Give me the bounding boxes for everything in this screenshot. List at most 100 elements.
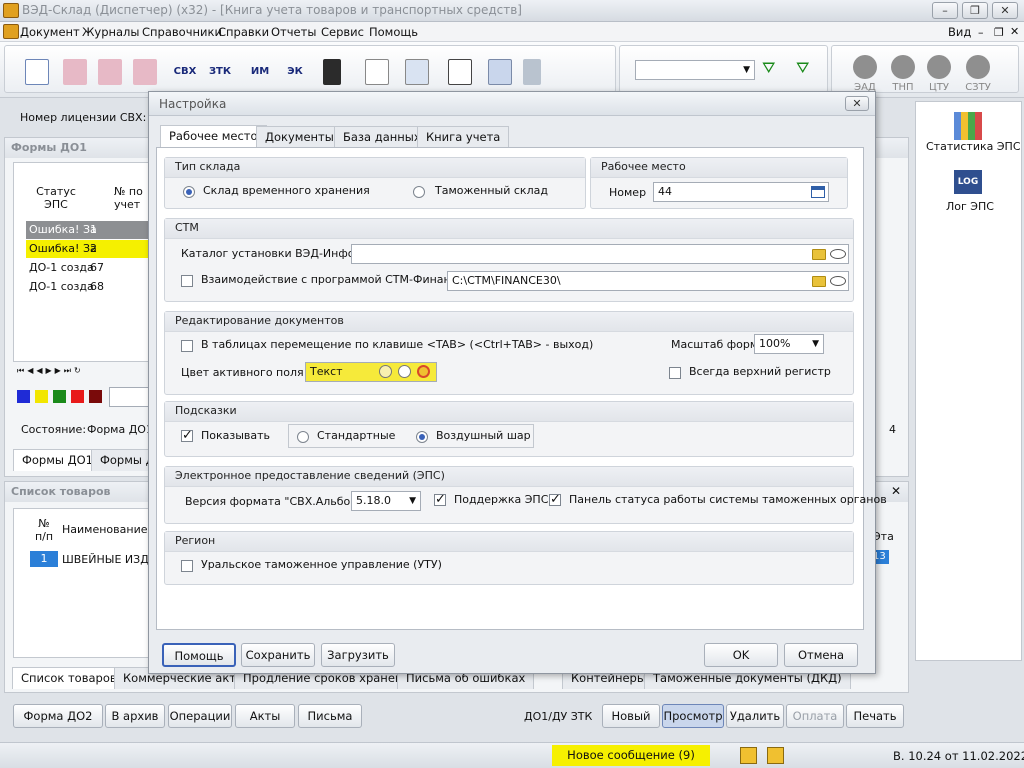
color-swatch-green[interactable] <box>53 390 66 403</box>
book-open-3-icon[interactable] <box>133 59 157 85</box>
ural-checkbox[interactable] <box>181 560 193 572</box>
new-button[interactable]: Новый <box>602 704 660 728</box>
radio-customs-warehouse[interactable] <box>413 186 425 198</box>
radio-hints-standard-label[interactable]: Стандартные <box>317 429 395 442</box>
list-icon[interactable] <box>448 59 472 85</box>
menu-reports[interactable]: Отчеты <box>271 25 316 39</box>
workplace-number-field[interactable]: 44 <box>653 182 829 202</box>
minimize-button[interactable]: – <box>932 2 958 19</box>
payment-button[interactable]: Оплата <box>786 704 844 728</box>
show-hints-label[interactable]: Показывать <box>201 429 270 442</box>
forms-search-field[interactable] <box>109 387 149 407</box>
grid-navigator-icon[interactable]: ⏮◀◀▶▶⏭↻ <box>17 366 84 376</box>
columns-icon[interactable] <box>488 59 512 85</box>
tab-goods-list[interactable]: Список товаров <box>12 667 126 689</box>
menu-info[interactable]: Справки <box>218 25 269 39</box>
interop-view-icon[interactable] <box>830 276 846 286</box>
scale-select[interactable]: 100% ▼ <box>754 334 824 354</box>
tab-nav-checkbox[interactable] <box>181 340 193 352</box>
interop-path-field[interactable]: C:\CTM\FINANCE30\ <box>447 271 849 291</box>
tab-ledger[interactable]: Книга учета <box>417 126 510 148</box>
radio-svh[interactable] <box>183 186 195 198</box>
goods-close-icon[interactable]: ✕ <box>891 484 901 498</box>
eps-support-checkbox[interactable] <box>434 492 446 507</box>
tab-nav-label[interactable]: В таблицах перемещение по клавише <TAB> … <box>201 338 593 351</box>
log-eps-label[interactable]: Лог ЭПС <box>946 200 994 213</box>
tab-database[interactable]: База данных <box>334 126 430 148</box>
delete-button[interactable]: Удалить <box>726 704 784 728</box>
menu-document[interactable]: Документ <box>20 25 80 39</box>
menu-references[interactable]: Справочники <box>142 25 222 39</box>
calendar-icon[interactable] <box>811 186 825 198</box>
mail-icon[interactable] <box>740 747 757 764</box>
radio-hints-balloon-label[interactable]: Воздушный шар <box>436 429 531 442</box>
reset-color-icon[interactable] <box>417 365 430 378</box>
documents-icon[interactable] <box>365 59 389 85</box>
ztk-button[interactable]: ЗТК <box>208 59 232 85</box>
statistics-eps-label[interactable]: Статистика ЭПС <box>926 140 1021 153</box>
new-document-icon[interactable] <box>25 59 49 85</box>
mdi-restore-icon[interactable]: ❐ <box>994 26 1004 39</box>
book-open-2-icon[interactable] <box>98 59 122 85</box>
close-button[interactable]: ✕ <box>992 2 1018 19</box>
tab-documents[interactable]: Документы <box>256 126 343 148</box>
log-icon[interactable]: LOG <box>954 170 982 194</box>
format-version-select[interactable]: 5.18.0 ▼ <box>351 491 421 511</box>
book-open-icon[interactable] <box>63 59 87 85</box>
load-button[interactable]: Загрузить <box>321 643 395 667</box>
catalog-view-icon[interactable] <box>830 249 846 259</box>
menu-service[interactable]: Сервис <box>321 25 364 39</box>
col-name-header[interactable]: Наименование т <box>62 523 157 536</box>
preview-button[interactable]: Просмотр <box>662 704 724 728</box>
table-row[interactable]: Ошибка! За 2 <box>26 240 154 258</box>
cancel-button[interactable]: Отмена <box>784 643 858 667</box>
ok-button[interactable]: OK <box>704 643 778 667</box>
eps-support-label[interactable]: Поддержка ЭПС <box>454 493 548 506</box>
save-button[interactable]: Сохранить <box>241 643 315 667</box>
mdi-minimize-icon[interactable]: – <box>978 26 984 39</box>
interop-checkbox[interactable] <box>181 275 193 287</box>
status-panel-label[interactable]: Панель статуса работы системы таможенных… <box>569 493 887 506</box>
svh-button[interactable]: СВХ <box>173 59 197 85</box>
archive-button[interactable]: В архив <box>105 704 165 728</box>
letters-button[interactable]: Письма <box>298 704 362 728</box>
settings-doc-icon[interactable] <box>405 59 429 85</box>
show-hints-checkbox[interactable] <box>181 428 193 443</box>
filter-select[interactable]: ▼ <box>635 60 755 80</box>
status-panel-checkbox[interactable] <box>549 492 561 507</box>
traffic-light-icon[interactable] <box>323 59 341 85</box>
interop-label[interactable]: Взаимодействие с программой СТМ-Финансы <box>201 273 465 286</box>
tab-workplace[interactable]: Рабочее место <box>160 125 267 148</box>
uppercase-label[interactable]: Всегда верхний регистр <box>689 365 831 378</box>
dialog-close-button[interactable]: ✕ <box>845 96 869 111</box>
uppercase-checkbox[interactable] <box>669 367 681 379</box>
filter-remove-icon[interactable]: ⛛ <box>796 58 809 78</box>
ural-label[interactable]: Уральское таможенное управление (УТУ) <box>201 558 442 571</box>
table-row[interactable]: Ошибка! За 1 <box>26 221 154 239</box>
col-status-header[interactable]: Статус ЭПС <box>26 185 86 211</box>
color-swatch-yellow[interactable] <box>35 390 48 403</box>
menu-journals[interactable]: Журналы <box>82 25 140 39</box>
radio-svh-label[interactable]: Склад временного хранения <box>203 184 370 197</box>
table-row[interactable]: ДО-1 созда 68 <box>26 278 154 296</box>
forms-grid[interactable]: Статус ЭПС № по учет Ошибка! За 1 Ошибка!… <box>13 162 154 362</box>
radio-hints-balloon[interactable] <box>416 431 428 443</box>
table-row[interactable]: ДО-1 созда 67 <box>26 259 154 277</box>
radio-customs-warehouse-label[interactable]: Таможенный склад <box>435 184 548 197</box>
menu-view[interactable]: Вид <box>948 25 971 39</box>
menu-app-icon[interactable] <box>3 24 19 39</box>
goods-row-name[interactable]: ШВЕЙНЫЕ ИЗДЕ <box>62 553 156 566</box>
new-message-badge[interactable]: Новое сообщение (9) <box>552 745 710 766</box>
color-swatch-darkred[interactable] <box>89 390 102 403</box>
maximize-button[interactable]: ❐ <box>962 2 988 19</box>
radio-hints-standard[interactable] <box>297 431 309 443</box>
form-do2-button[interactable]: Форма ДО2 <box>13 704 103 728</box>
help-button[interactable]: Помощь <box>162 643 236 667</box>
ek-button[interactable]: ЭК <box>283 59 307 85</box>
statistics-chart-icon[interactable] <box>954 112 982 140</box>
im-button[interactable]: ИМ <box>248 59 272 85</box>
tab-forms-do1[interactable]: Формы ДО1 <box>13 449 102 471</box>
mdi-close-icon[interactable]: ✕ <box>1010 25 1019 38</box>
catalog-folder-icon[interactable] <box>812 249 826 260</box>
goods-row-num[interactable]: 1 <box>30 551 58 567</box>
